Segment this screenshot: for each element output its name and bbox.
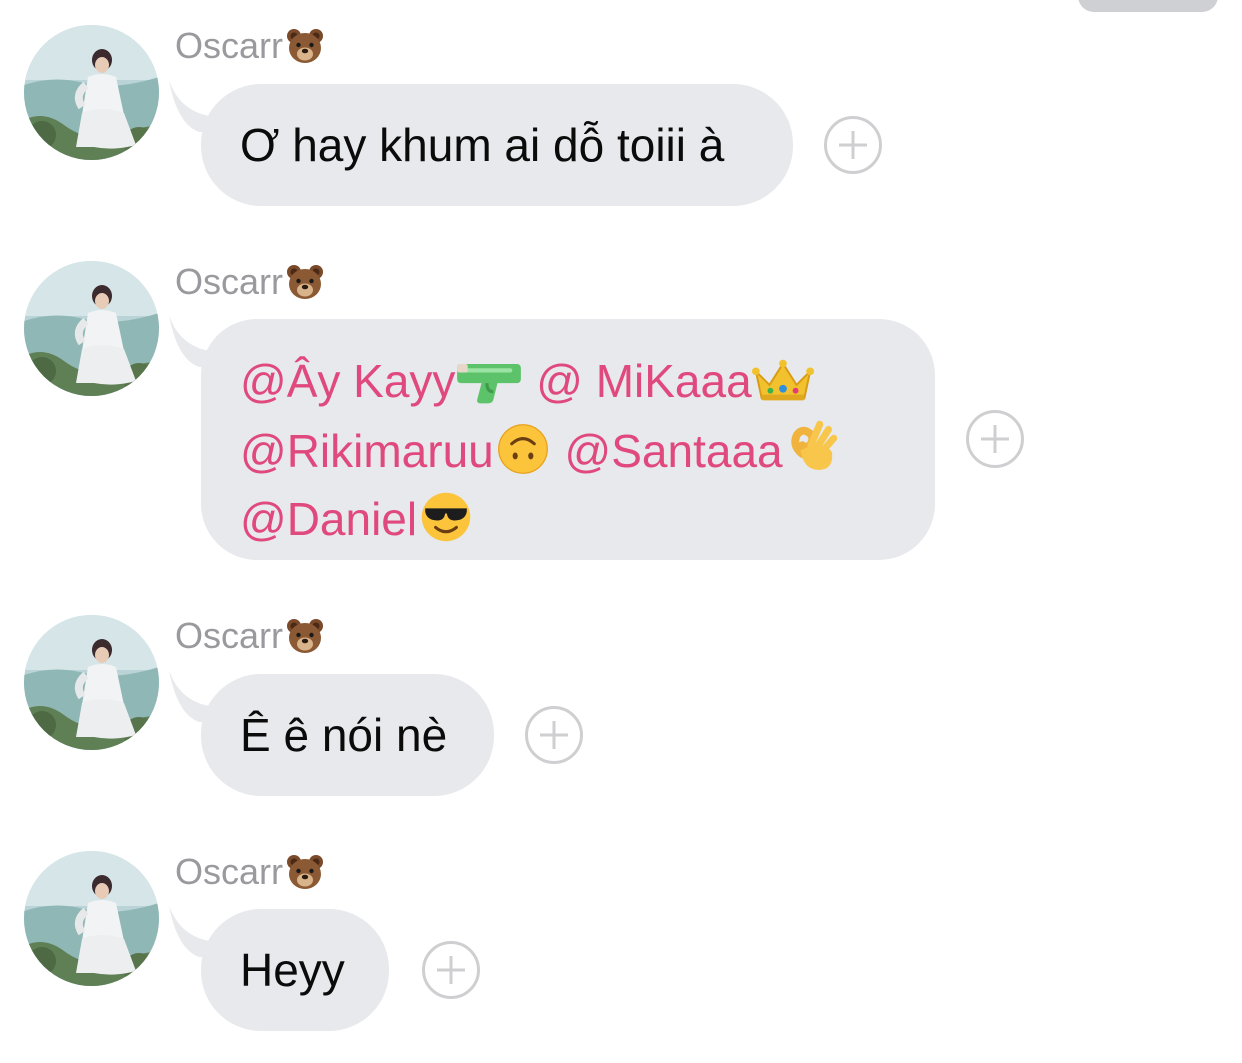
add-reaction-button[interactable] — [422, 941, 480, 999]
add-reaction-button[interactable] — [824, 116, 882, 174]
avatar[interactable] — [24, 851, 159, 986]
bear-face-icon — [285, 262, 325, 302]
ok-hand-icon — [783, 419, 839, 489]
avatar[interactable] — [24, 615, 159, 750]
sender-name: Oscarr — [175, 852, 325, 892]
message-bubble[interactable]: Heyy — [201, 909, 389, 1031]
avatar[interactable] — [24, 261, 159, 396]
mention-line: @Ây Kayy @ MiKaaa — [240, 351, 935, 419]
avatar[interactable] — [24, 25, 159, 160]
mention-link[interactable]: @Daniel — [240, 493, 417, 545]
message-bubble[interactable]: Ơ hay khum ai dỗ toiii à — [201, 84, 793, 206]
sender-name-text: Oscarr — [175, 851, 283, 892]
add-reaction-button[interactable] — [525, 706, 583, 764]
message-text: Ơ hay khum ai dỗ toiii à — [240, 119, 725, 171]
message-bubble[interactable]: @Ây Kayy @ MiKaaa @Rikimaruu @Santaaa @D… — [201, 319, 935, 560]
bear-face-icon — [285, 616, 325, 656]
message-text: Heyy — [240, 944, 345, 996]
mention-line: @Rikimaruu @Santaaa — [240, 419, 935, 489]
upside-down-face-icon — [494, 423, 552, 489]
message-bubble[interactable]: Ê ê nói nè — [201, 674, 494, 796]
bubble-tail — [169, 80, 229, 132]
message-text: Ê ê nói nè — [240, 709, 448, 761]
bubble-tail — [169, 905, 229, 957]
mention-link[interactable]: @ MiKaaa — [536, 355, 751, 407]
sender-name-text: Oscarr — [175, 261, 283, 302]
sender-name: Oscarr — [175, 262, 325, 302]
mention-link[interactable]: @Rikimaruu — [240, 425, 494, 477]
chat-screen: Oscarr Ơ hay khum ai dỗ toiii à Oscarr @… — [0, 0, 1242, 1063]
sender-name-text: Oscarr — [175, 25, 283, 66]
crown-icon — [752, 357, 814, 419]
bubble-tail — [169, 315, 229, 367]
bubble-tail — [169, 670, 229, 722]
add-reaction-button[interactable] — [966, 410, 1024, 468]
bear-face-icon — [285, 852, 325, 892]
mention-link[interactable]: @Santaaa — [565, 425, 783, 477]
message-group: Oscarr Ơ hay khum ai dỗ toiii à — [0, 0, 1242, 230]
sender-name: Oscarr — [175, 26, 325, 66]
water-pistol-icon — [455, 357, 523, 419]
sender-name: Oscarr — [175, 616, 325, 656]
mention-link[interactable]: @Ây Kayy — [240, 355, 455, 407]
sunglasses-face-icon — [417, 491, 475, 557]
bear-face-icon — [285, 26, 325, 66]
mention-line: @Daniel — [240, 489, 935, 557]
sender-name-text: Oscarr — [175, 615, 283, 656]
